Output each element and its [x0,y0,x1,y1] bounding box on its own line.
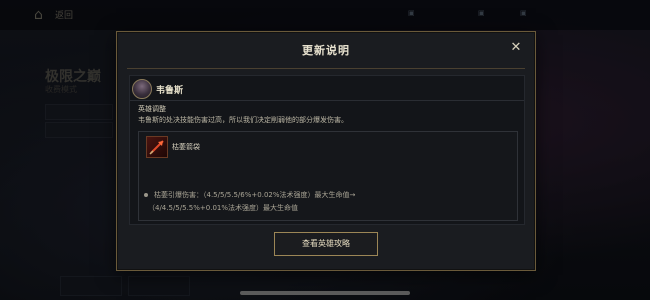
bullet-icon [144,193,148,197]
hero-avatar [132,79,152,99]
ability-change-line: （4/4.5/5/5.5%+0.01%法术强度）最大生命值 [148,204,299,212]
ability-name: 枯萎箭袋 [172,143,200,151]
title-divider [127,68,525,69]
close-icon[interactable]: ✕ [509,41,523,55]
adjustment-heading: 英雄调整 [138,105,166,113]
home-indicator[interactable] [240,291,410,295]
update-content-panel: 韦鲁斯 英雄调整 韦鲁斯的处决技能伤害过高，所以我们决定削弱他的部分爆发伤害。 … [129,75,525,225]
hero-name: 韦鲁斯 [156,86,184,96]
arrow-quiver-icon [146,136,168,158]
ability-change-line: 枯萎引爆伤害：（4.5/5/5.5/6%+0.02%法术强度）最大生命值→ [154,191,356,199]
adjustment-description: 韦鲁斯的处决技能伤害过高，所以我们决定削弱他的部分爆发伤害。 [138,116,348,124]
view-hero-guide-button[interactable]: 查看英雄攻略 [274,232,378,256]
modal-title: 更新说明 [302,44,350,57]
content-divider [130,100,524,101]
update-notes-modal: 更新说明 ✕ 韦鲁斯 英雄调整 韦鲁斯的处决技能伤害过高，所以我们决定削弱他的部… [116,31,536,271]
